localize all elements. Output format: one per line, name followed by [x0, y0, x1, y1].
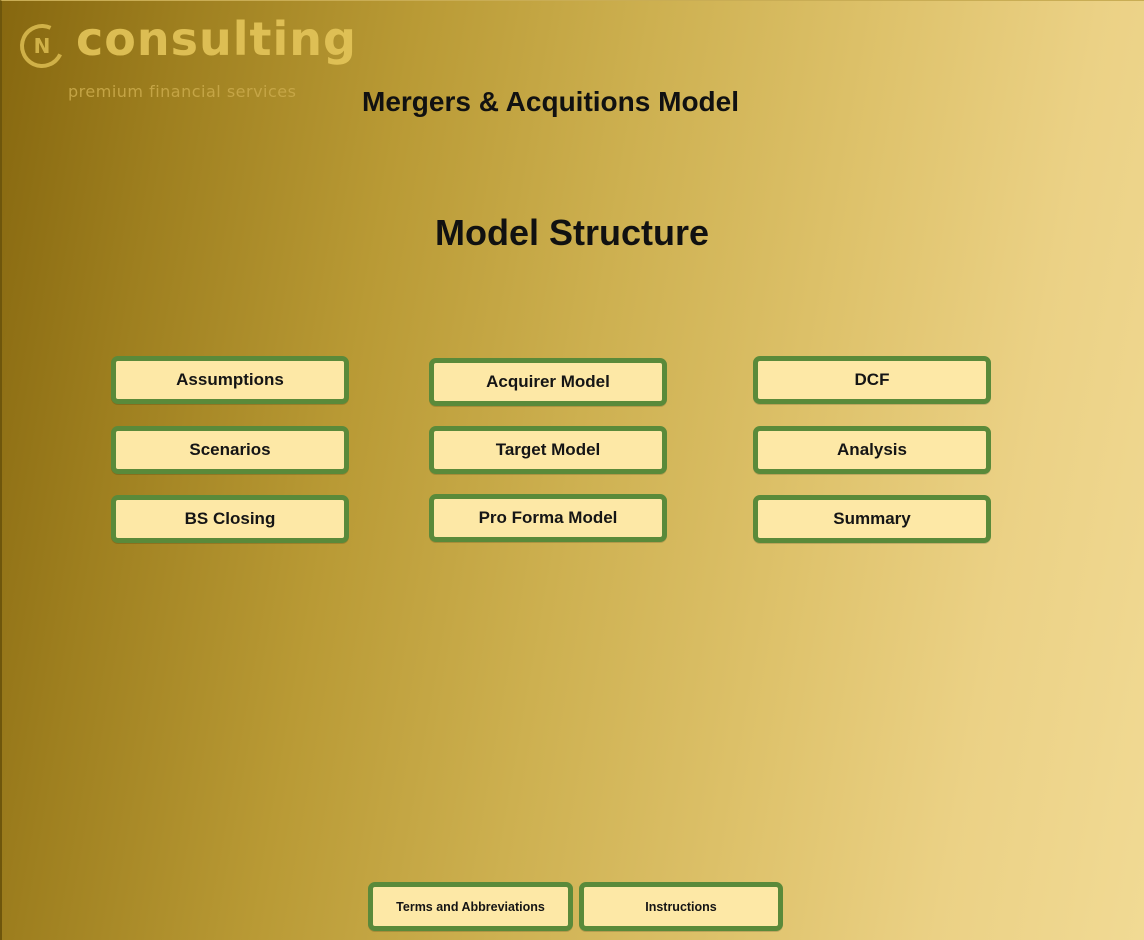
assumptions-button[interactable]: Assumptions [111, 356, 349, 404]
instructions-button[interactable]: Instructions [579, 882, 783, 931]
analysis-button[interactable]: Analysis [753, 426, 991, 474]
summary-button[interactable]: Summary [753, 495, 991, 543]
dcf-button[interactable]: DCF [753, 356, 991, 404]
logo-letter: N [33, 34, 51, 58]
logo-wordmark: consulting [76, 12, 357, 66]
model-title: Mergers & Acquitions Model [362, 86, 740, 117]
section-title: Model Structure [434, 212, 710, 253]
acquirer-model-button[interactable]: Acquirer Model [429, 358, 667, 406]
terms-and-abbreviations-button[interactable]: Terms and Abbreviations [368, 882, 573, 931]
scenarios-button[interactable]: Scenarios [111, 426, 349, 474]
bs-closing-button[interactable]: BS Closing [111, 495, 349, 543]
pro-forma-model-button[interactable]: Pro Forma Model [429, 494, 667, 542]
target-model-button[interactable]: Target Model [429, 426, 667, 474]
logo-tagline: premium financial services [68, 82, 297, 101]
